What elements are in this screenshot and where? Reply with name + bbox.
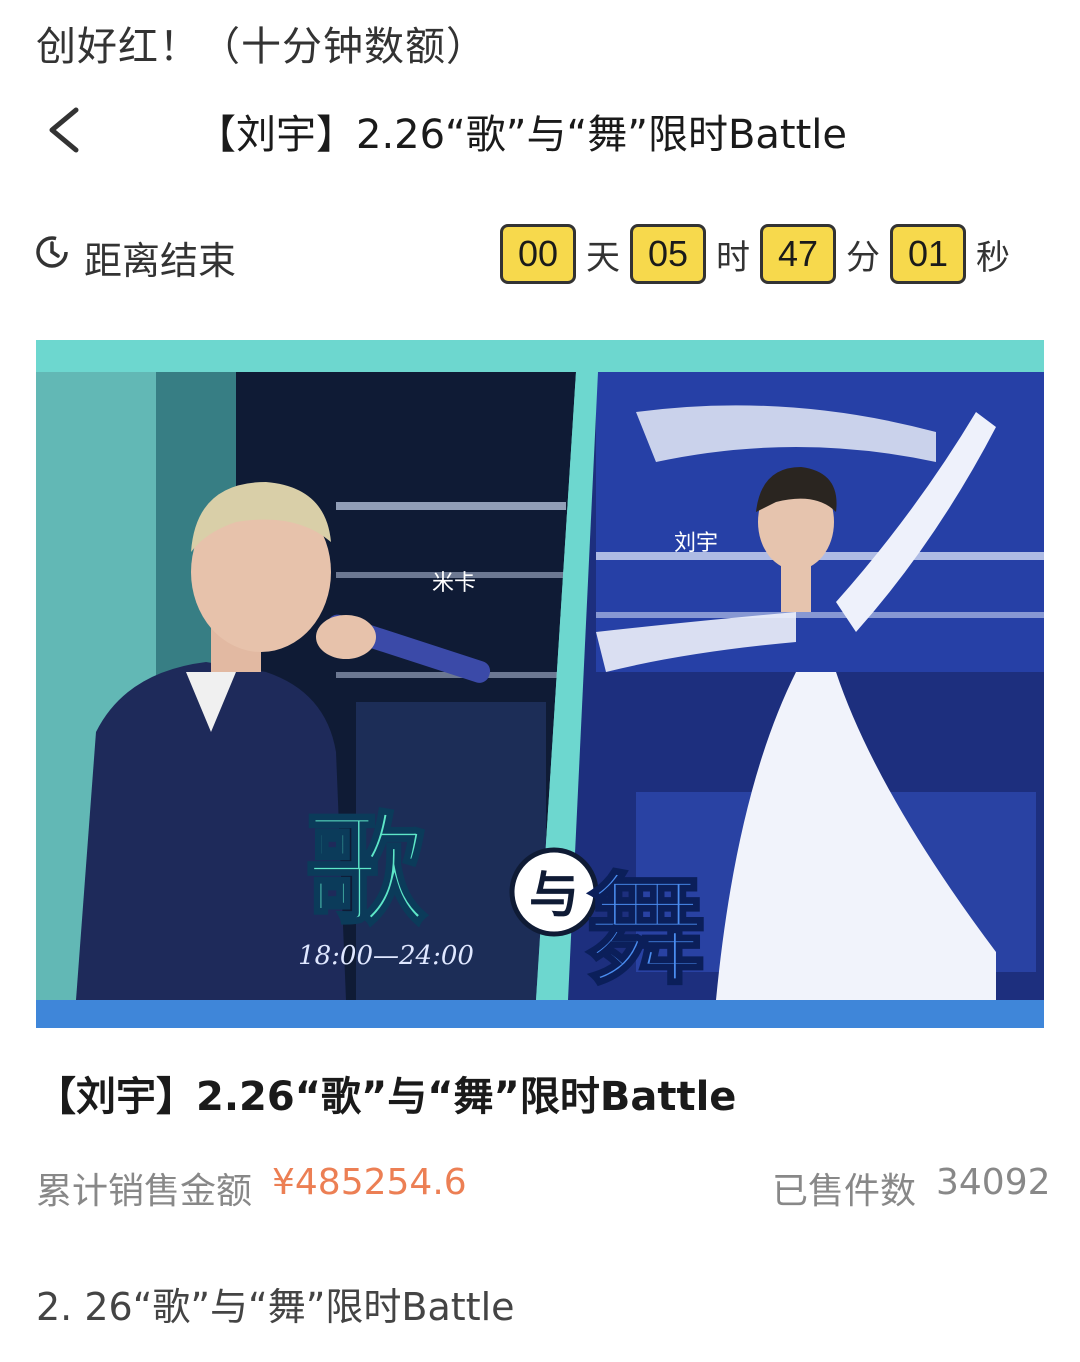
sold-count-label: 已售件数 xyxy=(772,1171,917,1212)
banner-left-char: 歌 xyxy=(306,802,427,941)
back-button[interactable] xyxy=(36,98,96,162)
product-description: 2. 26“歌”与“舞”限时Battle xyxy=(36,1285,515,1329)
event-banner[interactable]: 歌 与 舞 18:00—24:00 米卡 刘宇 xyxy=(36,340,1044,1028)
sales-label: 累计销售金额 xyxy=(36,1171,253,1212)
timer-days-unit: 天 xyxy=(586,237,620,278)
sold-count-value: 34092 xyxy=(936,1162,1051,1203)
page-title: 【刘宇】2.26“歌”与“舞”限时Battle xyxy=(196,112,847,158)
product-title: 【刘宇】2.26“歌”与“舞”限时Battle xyxy=(36,1074,737,1120)
banner-left-name: 米卡 xyxy=(432,571,476,596)
banner-mid-char: 与 xyxy=(529,866,579,924)
banner-right-char: 舞 xyxy=(586,862,706,1000)
timer-hours-unit: 时 xyxy=(716,237,750,278)
timer-hours: 05 xyxy=(630,224,706,284)
timer-minutes-unit: 分 xyxy=(846,237,880,278)
chevron-left-icon xyxy=(49,107,79,153)
countdown-timer: 00 天 05 时 47 分 01 秒 xyxy=(500,224,1020,284)
timer-days: 00 xyxy=(500,224,576,284)
banner-art: 歌 与 舞 18:00—24:00 米卡 刘宇 xyxy=(36,372,1044,1000)
banner-right-name: 刘宇 xyxy=(674,531,718,556)
banner-image: 歌 与 舞 18:00—24:00 米卡 刘宇 xyxy=(36,372,1044,1000)
sales-stats: 累计销售金额 ¥485254.6 已售件数 34092 xyxy=(36,1156,1051,1212)
timer-seconds: 01 xyxy=(890,224,966,284)
banner-bottom-bar xyxy=(36,1000,1044,1028)
nav-bar: 【刘宇】2.26“歌”与“舞”限时Battle xyxy=(0,88,1080,172)
caption-text: 创好红！（十分钟数额） xyxy=(36,24,487,70)
sales-value: ¥485254.6 xyxy=(272,1162,467,1203)
timer-seconds-unit: 秒 xyxy=(976,237,1010,278)
clock-icon xyxy=(36,236,68,268)
banner-time: 18:00—24:00 xyxy=(298,941,474,971)
countdown-label: 距离结束 xyxy=(84,239,237,283)
countdown-row: 距离结束 00 天 05 时 47 分 01 秒 xyxy=(0,218,1080,288)
timer-minutes: 47 xyxy=(760,224,836,284)
